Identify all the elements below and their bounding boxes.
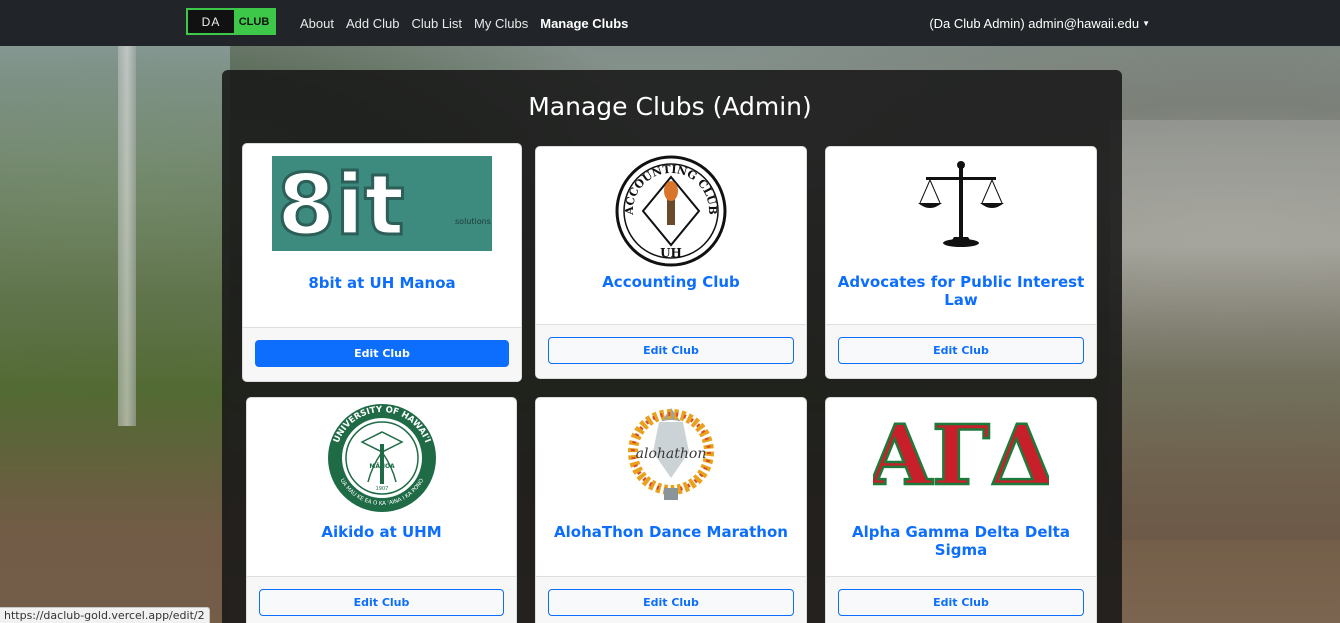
caret-down-icon: ▼ (1142, 18, 1150, 28)
nav-link-my-clubs[interactable]: My Clubs (474, 16, 528, 31)
edit-club-button[interactable]: Edit Club (548, 589, 794, 616)
user-dropdown[interactable]: (Da Club Admin) admin@hawaii.edu ▼ (929, 0, 1150, 46)
card-footer: Edit Club (536, 324, 806, 378)
club-name[interactable]: AlohaThon Dance Marathon (546, 523, 796, 541)
edit-club-button[interactable]: Edit Club (838, 337, 1084, 364)
agd-greek-letters: ΑΓΔ (873, 416, 1049, 492)
accounting-seal-uh: UH (660, 246, 682, 260)
club-card: alohathon AlohaThon Dance Marathon Edit … (535, 397, 807, 623)
edit-club-button[interactable]: Edit Club (838, 589, 1084, 616)
club-name[interactable]: Alpha Gamma Delta Delta Sigma (836, 523, 1086, 559)
club-card: 8it solutions 8bit at UH Manoa Edit Club (242, 143, 522, 382)
club-logo-8bit: 8it solutions (243, 156, 521, 251)
club-card: ΑΓΔ Alpha Gamma Delta Delta Sigma Edit C… (825, 397, 1097, 623)
club-logo-agd: ΑΓΔ (826, 416, 1096, 492)
bit-logo-small-text: solutions (455, 217, 491, 226)
nav-link-about[interactable]: About (300, 16, 334, 31)
club-name[interactable]: Accounting Club (546, 273, 796, 291)
nav-link-add-club[interactable]: Add Club (346, 16, 399, 31)
club-logo-alohathon: alohathon (536, 408, 806, 500)
nav-links: About Add Club Club List My Clubs Manage… (300, 0, 640, 46)
edit-club-button[interactable]: Edit Club (259, 589, 504, 616)
card-footer: Edit Club (243, 327, 521, 381)
alohathon-logo-text: alohathon (636, 446, 707, 462)
card-footer: Edit Club (826, 324, 1096, 378)
uh-seal-year: 1907 (375, 486, 388, 492)
brand-club-text: CLUB (234, 10, 274, 33)
club-card: ACCOUNTING CLUB UH Accounting Club Edit … (535, 146, 807, 379)
page-title: Manage Clubs (Admin) (528, 92, 812, 121)
card-footer: Edit Club (247, 576, 516, 623)
navbar: DA CLUB About Add Club Club List My Club… (0, 0, 1340, 46)
card-footer: Edit Club (536, 576, 806, 623)
uh-seal-center: MĀNOA (369, 463, 395, 470)
club-logo-accounting: ACCOUNTING CLUB UH (536, 155, 806, 267)
card-footer: Edit Club (826, 576, 1096, 623)
edit-club-button[interactable]: Edit Club (548, 337, 794, 364)
club-card: Advocates for Public Interest Law Edit C… (825, 146, 1097, 379)
brand-da-text: DA (188, 10, 234, 33)
brand-logo[interactable]: DA CLUB (186, 8, 276, 35)
background-building (1110, 120, 1340, 540)
bit-logo-text: 8it (277, 156, 404, 251)
club-name[interactable]: Advocates for Public Interest Law (836, 273, 1086, 309)
scales-of-justice-icon (826, 159, 1096, 249)
edit-club-button[interactable]: Edit Club (255, 340, 509, 367)
club-name[interactable]: 8bit at UH Manoa (253, 274, 511, 292)
user-email: (Da Club Admin) admin@hawaii.edu (929, 15, 1140, 31)
background-foliage (0, 46, 230, 623)
nav-link-club-list[interactable]: Club List (411, 16, 462, 31)
club-logo-aikido: UNIVERSITY OF HAWAI'I UA MAU KE EA O KA … (247, 402, 516, 514)
status-bar-url: https://daclub-gold.vercel.app/edit/2 (0, 607, 210, 623)
club-name[interactable]: Aikido at UHM (257, 523, 506, 541)
nav-link-manage-clubs[interactable]: Manage Clubs (540, 16, 628, 31)
club-card: UNIVERSITY OF HAWAI'I UA MAU KE EA O KA … (246, 397, 517, 623)
